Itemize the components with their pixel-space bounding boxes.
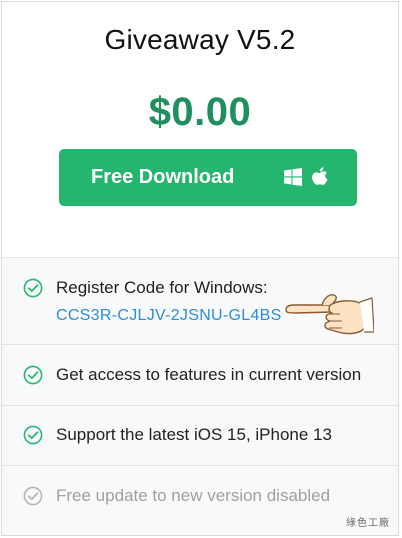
giveaway-card: Giveaway V5.2 $0.00 Free Download Regist… — [1, 1, 399, 536]
product-price: $0.00 — [148, 90, 252, 134]
watermark-logo: 綠色工廠 — [346, 518, 390, 529]
feature-row-ios-support: Support the latest iOS 15, iPhone 13 — [2, 405, 398, 465]
feature-text-disabled: Free update to new version disabled — [56, 486, 331, 505]
apple-icon — [312, 167, 328, 185]
free-download-label: Free Download — [91, 166, 235, 188]
check-circle-icon — [23, 278, 43, 298]
product-title: Giveaway V5.2 — [104, 24, 296, 55]
feature-text: Support the latest iOS 15, iPhone 13 — [56, 425, 332, 444]
check-circle-icon — [23, 365, 43, 385]
os-icons — [284, 167, 329, 187]
pricing-header: Giveaway V5.2 $0.00 Free Download — [2, 2, 398, 257]
feature-text: Register Code for Windows: — [56, 278, 268, 297]
feature-text: Get access to features in current versio… — [56, 365, 362, 384]
check-circle-disabled-icon — [23, 486, 43, 506]
check-circle-icon — [23, 425, 43, 445]
free-download-button[interactable]: Free Download — [59, 149, 357, 206]
windows-icon — [284, 168, 302, 186]
feature-row-access: Get access to features in current versio… — [2, 344, 398, 405]
pointing-hand-icon — [285, 294, 374, 335]
register-code[interactable]: CCS3R-CJLJV-2JSNU-GL4BS — [56, 307, 282, 325]
feature-row-update-disabled: Free update to new version disabled — [2, 465, 398, 535]
